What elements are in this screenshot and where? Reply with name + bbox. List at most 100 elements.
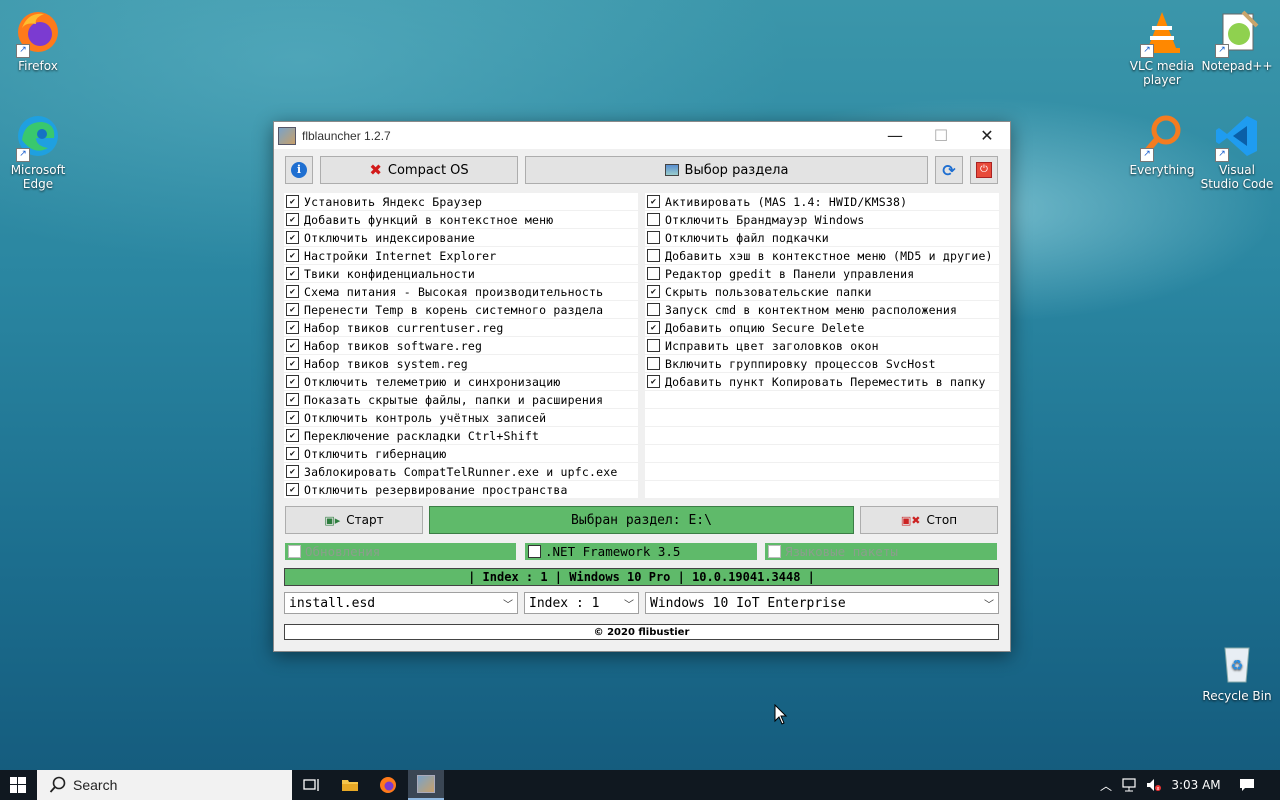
right-option-checkbox[interactable]: [647, 339, 660, 352]
notification-button[interactable]: [1234, 770, 1260, 800]
vscode-label: Visual Studio Code: [1200, 163, 1274, 191]
left-option-checkbox[interactable]: [286, 303, 299, 316]
right-option-row[interactable]: Исправить цвет заголовков окон: [645, 337, 999, 355]
volume-muted-icon[interactable]: x: [1142, 770, 1166, 800]
left-option-checkbox[interactable]: [286, 321, 299, 334]
left-option-row[interactable]: Перенести Temp в корень системного разде…: [284, 301, 638, 319]
left-option-checkbox[interactable]: [286, 483, 299, 496]
taskbar-firefox[interactable]: [370, 770, 406, 800]
left-option-checkbox[interactable]: [286, 429, 299, 442]
left-option-checkbox[interactable]: [286, 249, 299, 262]
left-option-row[interactable]: Схема питания - Высокая производительнос…: [284, 283, 638, 301]
clock[interactable]: 3:03 AM: [1168, 770, 1224, 800]
task-view-button[interactable]: [294, 770, 330, 800]
left-option-row[interactable]: Установить Яндекс Браузер: [284, 193, 638, 211]
maximize-button[interactable]: ☐: [918, 122, 964, 149]
selected-partition-text: Выбран раздел: E:\: [571, 512, 712, 528]
left-option-checkbox[interactable]: [286, 231, 299, 244]
right-option-checkbox[interactable]: [647, 357, 660, 370]
left-option-row[interactable]: Твики конфиденциальности: [284, 265, 638, 283]
left-option-row[interactable]: Переключение раскладки Ctrl+Shift: [284, 427, 638, 445]
right-option-checkbox[interactable]: [647, 195, 660, 208]
right-option-checkbox[interactable]: [647, 249, 660, 262]
taskbar-search-box[interactable]: Search: [37, 770, 292, 800]
desktop-icon-vscode[interactable]: ↗ Visual Studio Code: [1199, 112, 1275, 191]
desktop-icon-edge[interactable]: ↗ Microsoft Edge: [0, 112, 76, 191]
taskbar-flblauncher[interactable]: [408, 770, 444, 800]
right-option-row[interactable]: Включить группировку процессов SvcHost: [645, 355, 999, 373]
image-file-select[interactable]: install.esd ﹀: [284, 592, 518, 614]
right-option-row[interactable]: Отключить Брандмауэр Windows: [645, 211, 999, 229]
right-option-checkbox[interactable]: [647, 267, 660, 280]
left-option-checkbox[interactable]: [286, 267, 299, 280]
stop-label: Стоп: [926, 513, 958, 527]
left-option-row[interactable]: Настройки Internet Explorer: [284, 247, 638, 265]
updates-checkbox[interactable]: [288, 545, 301, 558]
left-option-row[interactable]: Набор твиков currentuser.reg: [284, 319, 638, 337]
right-option-checkbox[interactable]: [647, 303, 660, 316]
left-option-checkbox[interactable]: [286, 393, 299, 406]
netfx-checkbox[interactable]: [528, 545, 541, 558]
left-option-row[interactable]: Набор твиков software.reg: [284, 337, 638, 355]
start-button-taskbar[interactable]: [0, 770, 36, 800]
right-option-checkbox[interactable]: [647, 285, 660, 298]
left-option-row[interactable]: Показать скрытые файлы, папки и расширен…: [284, 391, 638, 409]
desktop-icon-notepadpp[interactable]: ↗ Notepad++: [1199, 8, 1275, 73]
info-button[interactable]: i: [285, 156, 313, 184]
left-option-checkbox[interactable]: [286, 195, 299, 208]
left-option-checkbox[interactable]: [286, 411, 299, 424]
left-option-row[interactable]: Отключить контроль учётных записей: [284, 409, 638, 427]
left-option-row[interactable]: Заблокировать CompatTelRunner.exe и upfc…: [284, 463, 638, 481]
left-option-row[interactable]: Добавить функций в контекстное меню: [284, 211, 638, 229]
refresh-button[interactable]: ⟳: [935, 156, 963, 184]
stop-button[interactable]: ▣✖ Стоп: [860, 506, 998, 534]
right-option-row[interactable]: Скрыть пользовательские папки: [645, 283, 999, 301]
right-option-checkbox[interactable]: [647, 231, 660, 244]
network-icon[interactable]: [1118, 770, 1142, 800]
right-option-row[interactable]: Добавить пункт Копировать Переместить в …: [645, 373, 999, 391]
updates-option[interactable]: Обновления: [285, 543, 516, 560]
right-empty-row: [645, 409, 999, 427]
index-select[interactable]: Index : 1 ﹀: [524, 592, 639, 614]
close-button[interactable]: ✕: [964, 122, 1010, 149]
left-option-checkbox[interactable]: [286, 375, 299, 388]
right-option-checkbox[interactable]: [647, 375, 660, 388]
left-option-row[interactable]: Отключить гибернацию: [284, 445, 638, 463]
title-bar[interactable]: flblauncher 1.2.7 — ☐ ✕: [274, 122, 1010, 149]
taskbar-file-explorer[interactable]: [332, 770, 368, 800]
power-button[interactable]: ⏻: [970, 156, 998, 184]
right-option-row[interactable]: Редактор gpedit в Панели управления: [645, 265, 999, 283]
right-option-row[interactable]: Запуск cmd в контектном меню расположени…: [645, 301, 999, 319]
right-option-row[interactable]: Отключить файл подкачки: [645, 229, 999, 247]
right-option-checkbox[interactable]: [647, 321, 660, 334]
desktop-icon-recycle-bin[interactable]: ♻ Recycle Bin: [1199, 638, 1275, 703]
netfx-option[interactable]: .NET Framework 3.5: [525, 543, 757, 560]
right-option-row[interactable]: Активировать (MAS 1.4: HWID/KMS38): [645, 193, 999, 211]
minimize-button[interactable]: —: [872, 122, 918, 149]
desktop-icon-everything[interactable]: ↗ Everything: [1124, 112, 1200, 177]
right-option-checkbox[interactable]: [647, 213, 660, 226]
tray-chevron-up-icon[interactable]: ︿: [1096, 770, 1116, 800]
compact-os-button[interactable]: ✖ Compact OS: [320, 156, 518, 184]
search-icon: [49, 776, 66, 793]
desktop-icon-firefox[interactable]: ↗ Firefox: [0, 8, 76, 73]
start-button[interactable]: ▣▸ Старт: [285, 506, 423, 534]
right-option-row[interactable]: Добавить опцию Secure Delete: [645, 319, 999, 337]
select-partition-button[interactable]: Выбор раздела: [525, 156, 928, 184]
desktop-icon-vlc[interactable]: ↗ VLC media player: [1124, 8, 1200, 87]
left-option-row[interactable]: Отключить телеметрию и синхронизацию: [284, 373, 638, 391]
left-option-checkbox[interactable]: [286, 465, 299, 478]
left-option-checkbox[interactable]: [286, 339, 299, 352]
left-option-checkbox[interactable]: [286, 447, 299, 460]
left-option-checkbox[interactable]: [286, 285, 299, 298]
left-option-row[interactable]: Набор твиков system.reg: [284, 355, 638, 373]
right-option-row[interactable]: Добавить хэш в контекстное меню (MD5 и д…: [645, 247, 999, 265]
edition-select[interactable]: Windows 10 IoT Enterprise ﹀: [645, 592, 999, 614]
right-option-label: Активировать (MAS 1.4: HWID/KMS38): [665, 194, 908, 209]
left-option-checkbox[interactable]: [286, 357, 299, 370]
lang-packs-option[interactable]: Языковые пакеты: [765, 543, 997, 560]
left-option-row[interactable]: Отключить индексирование: [284, 229, 638, 247]
left-option-checkbox[interactable]: [286, 213, 299, 226]
lang-packs-checkbox[interactable]: [768, 545, 781, 558]
left-option-row[interactable]: Отключить резервирование пространства: [284, 481, 638, 499]
